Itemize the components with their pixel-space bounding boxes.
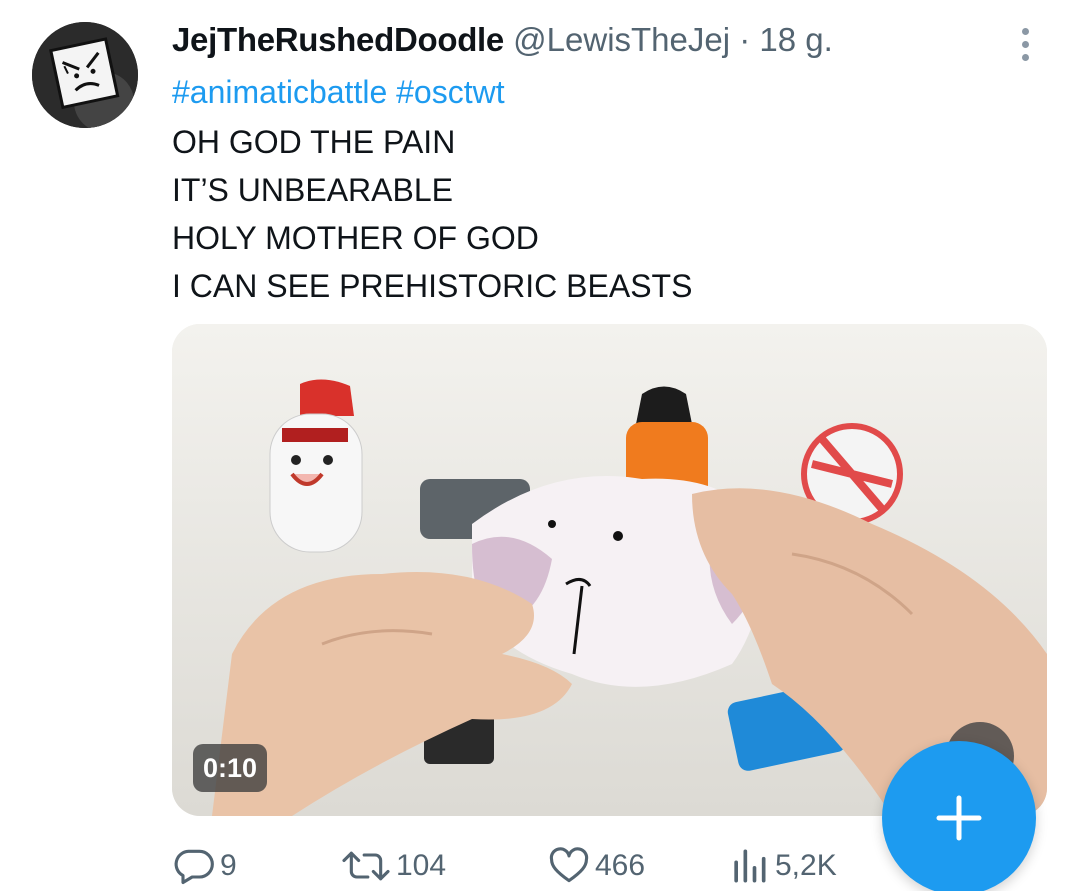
more-dot: [1021, 27, 1029, 35]
retweet-icon: [342, 851, 390, 881]
avatar[interactable]: [32, 22, 138, 128]
tweet-screen: JejTheRushedDoodle @LewisTheJej · 18 g. …: [0, 0, 1080, 891]
timestamp[interactable]: 18 g.: [759, 21, 832, 58]
video-player[interactable]: [172, 324, 1047, 816]
like-button[interactable]: 466: [547, 838, 645, 891]
separator-dot: ·: [739, 21, 751, 58]
retweet-count: 104: [396, 849, 447, 882]
like-count: 466: [595, 849, 646, 882]
user-handle[interactable]: @LewisTheJej: [513, 21, 730, 58]
heart-icon: [549, 847, 589, 883]
tweet-text-line: OH GOD THE PAIN: [172, 124, 456, 160]
tweet-header: JejTheRushedDoodle @LewisTheJej · 18 g.: [172, 18, 833, 62]
retweet-button[interactable]: 104: [340, 838, 446, 891]
reply-count: 9: [220, 849, 237, 882]
hashtag-line: #animaticbattle #osctwt: [172, 70, 505, 114]
views-icon: [734, 849, 766, 883]
views-count: 5,2K: [775, 849, 837, 882]
tweet-text: OH GOD THE PAIN IT’S UNBEARABLE HOLY MOT…: [172, 118, 692, 310]
views-button[interactable]: 5,2K: [727, 838, 837, 891]
reply-button[interactable]: 9: [172, 838, 237, 891]
more-dot: [1021, 40, 1029, 48]
more-dot: [1021, 53, 1029, 61]
tweet-text-line: IT’S UNBEARABLE: [172, 172, 453, 208]
hashtag-link[interactable]: #animaticbattle: [172, 74, 387, 110]
video-duration-badge: 0:10: [193, 744, 268, 792]
reply-icon: [174, 849, 214, 885]
display-name[interactable]: JejTheRushedDoodle: [172, 21, 504, 58]
more-options-icon[interactable]: [1008, 22, 1042, 66]
compose-fab-button[interactable]: [882, 741, 1036, 891]
video-thumbnail: [172, 324, 1047, 816]
tweet-text-line: I CAN SEE PREHISTORIC BEASTS: [172, 268, 693, 304]
hashtag-link[interactable]: #osctwt: [396, 74, 504, 110]
plus-icon: [936, 795, 982, 841]
tweet-text-line: HOLY MOTHER OF GOD: [172, 220, 539, 256]
